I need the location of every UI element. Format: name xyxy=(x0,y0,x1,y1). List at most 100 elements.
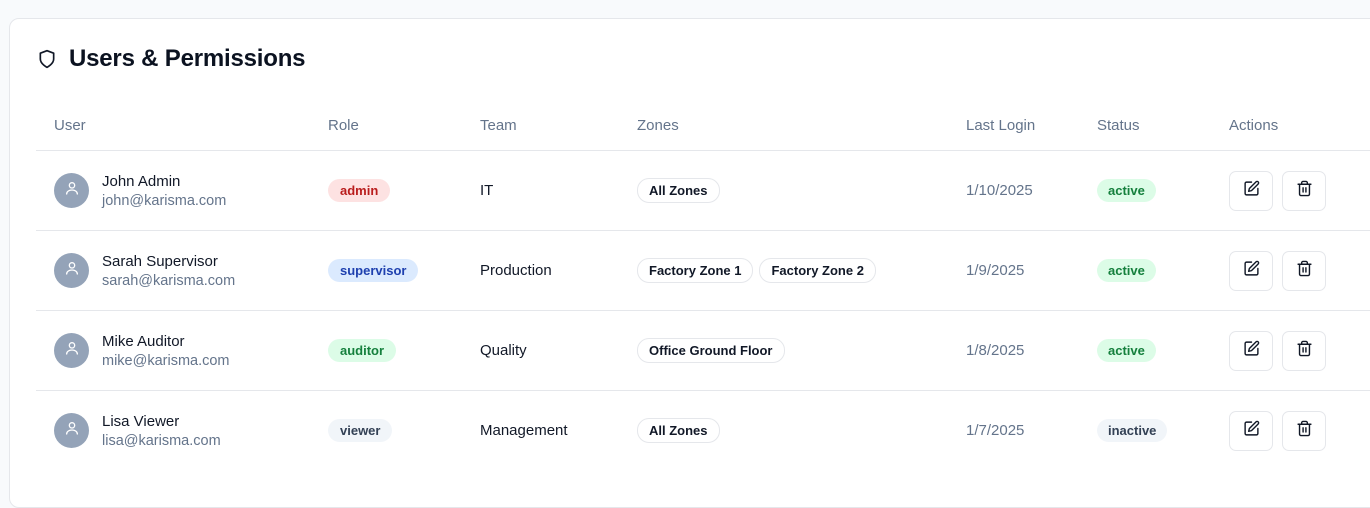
delete-button[interactable] xyxy=(1282,330,1326,371)
team-label: Quality xyxy=(480,342,527,359)
edit-button[interactable] xyxy=(1229,330,1273,371)
trash-icon xyxy=(1296,340,1313,362)
user-email: lisa@karisma.com xyxy=(102,432,221,449)
last-login-cell: 1/9/2025 xyxy=(966,231,1024,310)
avatar xyxy=(54,333,89,368)
user-cell: Mike Auditor mike@karisma.com xyxy=(54,311,230,390)
edit-icon xyxy=(1243,260,1260,282)
zone-badge: Factory Zone 2 xyxy=(759,258,876,283)
user-cell: Lisa Viewer lisa@karisma.com xyxy=(54,391,221,470)
last-login-cell: 1/8/2025 xyxy=(966,311,1024,390)
edit-icon xyxy=(1243,180,1260,202)
trash-icon xyxy=(1296,420,1313,442)
status-cell: active xyxy=(1097,151,1156,230)
delete-button[interactable] xyxy=(1282,170,1326,211)
edit-button[interactable] xyxy=(1229,250,1273,291)
table-row: John Admin john@karisma.com admin IT All… xyxy=(36,151,1370,231)
user-cell: Sarah Supervisor sarah@karisma.com xyxy=(54,231,235,310)
edit-icon xyxy=(1243,420,1260,442)
zone-list: All Zones xyxy=(637,418,720,443)
last-login-cell: 1/10/2025 xyxy=(966,151,1033,230)
last-login-date: 1/7/2025 xyxy=(966,422,1025,439)
role-badge: auditor xyxy=(328,339,397,362)
team-cell: IT xyxy=(480,151,493,230)
user-icon xyxy=(64,420,80,441)
user-name: Lisa Viewer xyxy=(102,412,180,430)
zones-cell: All Zones xyxy=(637,151,720,230)
status-badge: active xyxy=(1097,339,1156,362)
last-login-date: 1/10/2025 xyxy=(966,182,1033,199)
zone-badge: Factory Zone 1 xyxy=(637,258,754,283)
page-title: Users & Permissions xyxy=(69,45,306,72)
team-cell: Quality xyxy=(480,311,527,390)
actions-cell xyxy=(1229,151,1326,230)
column-header-role: Role xyxy=(328,117,359,134)
user-name: Mike Auditor xyxy=(102,332,185,350)
column-header-team: Team xyxy=(480,117,517,134)
users-table: User Role Team Zones Last Login Status A… xyxy=(36,107,1370,470)
team-cell: Production xyxy=(480,231,552,310)
avatar xyxy=(54,253,89,288)
user-email: john@karisma.com xyxy=(102,192,227,209)
status-badge: active xyxy=(1097,259,1156,282)
user-name: Sarah Supervisor xyxy=(102,252,218,270)
status-badge: active xyxy=(1097,179,1156,202)
column-header-last-login: Last Login xyxy=(966,117,1036,134)
table-header: User Role Team Zones Last Login Status A… xyxy=(36,107,1370,151)
edit-button[interactable] xyxy=(1229,170,1273,211)
table-body: John Admin john@karisma.com admin IT All… xyxy=(36,151,1370,470)
user-name: John Admin xyxy=(102,172,181,190)
status-cell: inactive xyxy=(1097,391,1168,470)
last-login-date: 1/8/2025 xyxy=(966,342,1025,359)
actions-cell xyxy=(1229,231,1326,310)
team-label: Management xyxy=(480,422,568,439)
user-cell: John Admin john@karisma.com xyxy=(54,151,226,230)
zones-cell: Factory Zone 1 Factory Zone 2 xyxy=(637,231,876,310)
zones-cell: All Zones xyxy=(637,391,720,470)
table-row: Lisa Viewer lisa@karisma.com viewer Mana… xyxy=(36,391,1370,470)
edit-icon xyxy=(1243,340,1260,362)
delete-button[interactable] xyxy=(1282,410,1326,451)
user-icon xyxy=(64,340,80,361)
role-cell: admin xyxy=(328,151,391,230)
avatar xyxy=(54,413,89,448)
zone-badge: Office Ground Floor xyxy=(637,338,785,363)
last-login-cell: 1/7/2025 xyxy=(966,391,1024,470)
zone-list: Office Ground Floor xyxy=(637,338,785,363)
zones-cell: Office Ground Floor xyxy=(637,311,785,390)
trash-icon xyxy=(1296,260,1313,282)
column-header-actions: Actions xyxy=(1229,117,1279,134)
zone-badge: All Zones xyxy=(637,418,720,443)
avatar xyxy=(54,173,89,208)
role-cell: auditor xyxy=(328,311,397,390)
user-email: sarah@karisma.com xyxy=(102,272,236,289)
status-cell: active xyxy=(1097,231,1156,310)
delete-button[interactable] xyxy=(1282,250,1326,291)
shield-icon xyxy=(37,48,57,70)
role-badge: viewer xyxy=(328,419,393,442)
table-row: Mike Auditor mike@karisma.com auditor Qu… xyxy=(36,311,1370,391)
team-label: IT xyxy=(480,182,494,199)
status-badge: inactive xyxy=(1097,419,1168,442)
role-cell: supervisor xyxy=(328,231,419,310)
actions-cell xyxy=(1229,311,1326,390)
panel-header: Users & Permissions xyxy=(37,45,306,73)
role-badge: admin xyxy=(328,179,391,202)
last-login-date: 1/9/2025 xyxy=(966,262,1025,279)
user-icon xyxy=(64,260,80,281)
users-permissions-card: Users & Permissions User Role Team Zones… xyxy=(9,18,1370,508)
role-badge: supervisor xyxy=(328,259,419,282)
zone-badge: All Zones xyxy=(637,178,720,203)
team-cell: Management xyxy=(480,391,568,470)
status-cell: active xyxy=(1097,311,1156,390)
actions-cell xyxy=(1229,391,1326,470)
table-row: Sarah Supervisor sarah@karisma.com super… xyxy=(36,231,1370,311)
edit-button[interactable] xyxy=(1229,410,1273,451)
role-cell: viewer xyxy=(328,391,393,470)
team-label: Production xyxy=(480,262,552,279)
column-header-user: User xyxy=(54,117,86,134)
column-header-status: Status xyxy=(1097,117,1140,134)
column-header-zones: Zones xyxy=(637,117,679,134)
zone-list: All Zones xyxy=(637,178,720,203)
zone-list: Factory Zone 1 Factory Zone 2 xyxy=(637,258,876,283)
